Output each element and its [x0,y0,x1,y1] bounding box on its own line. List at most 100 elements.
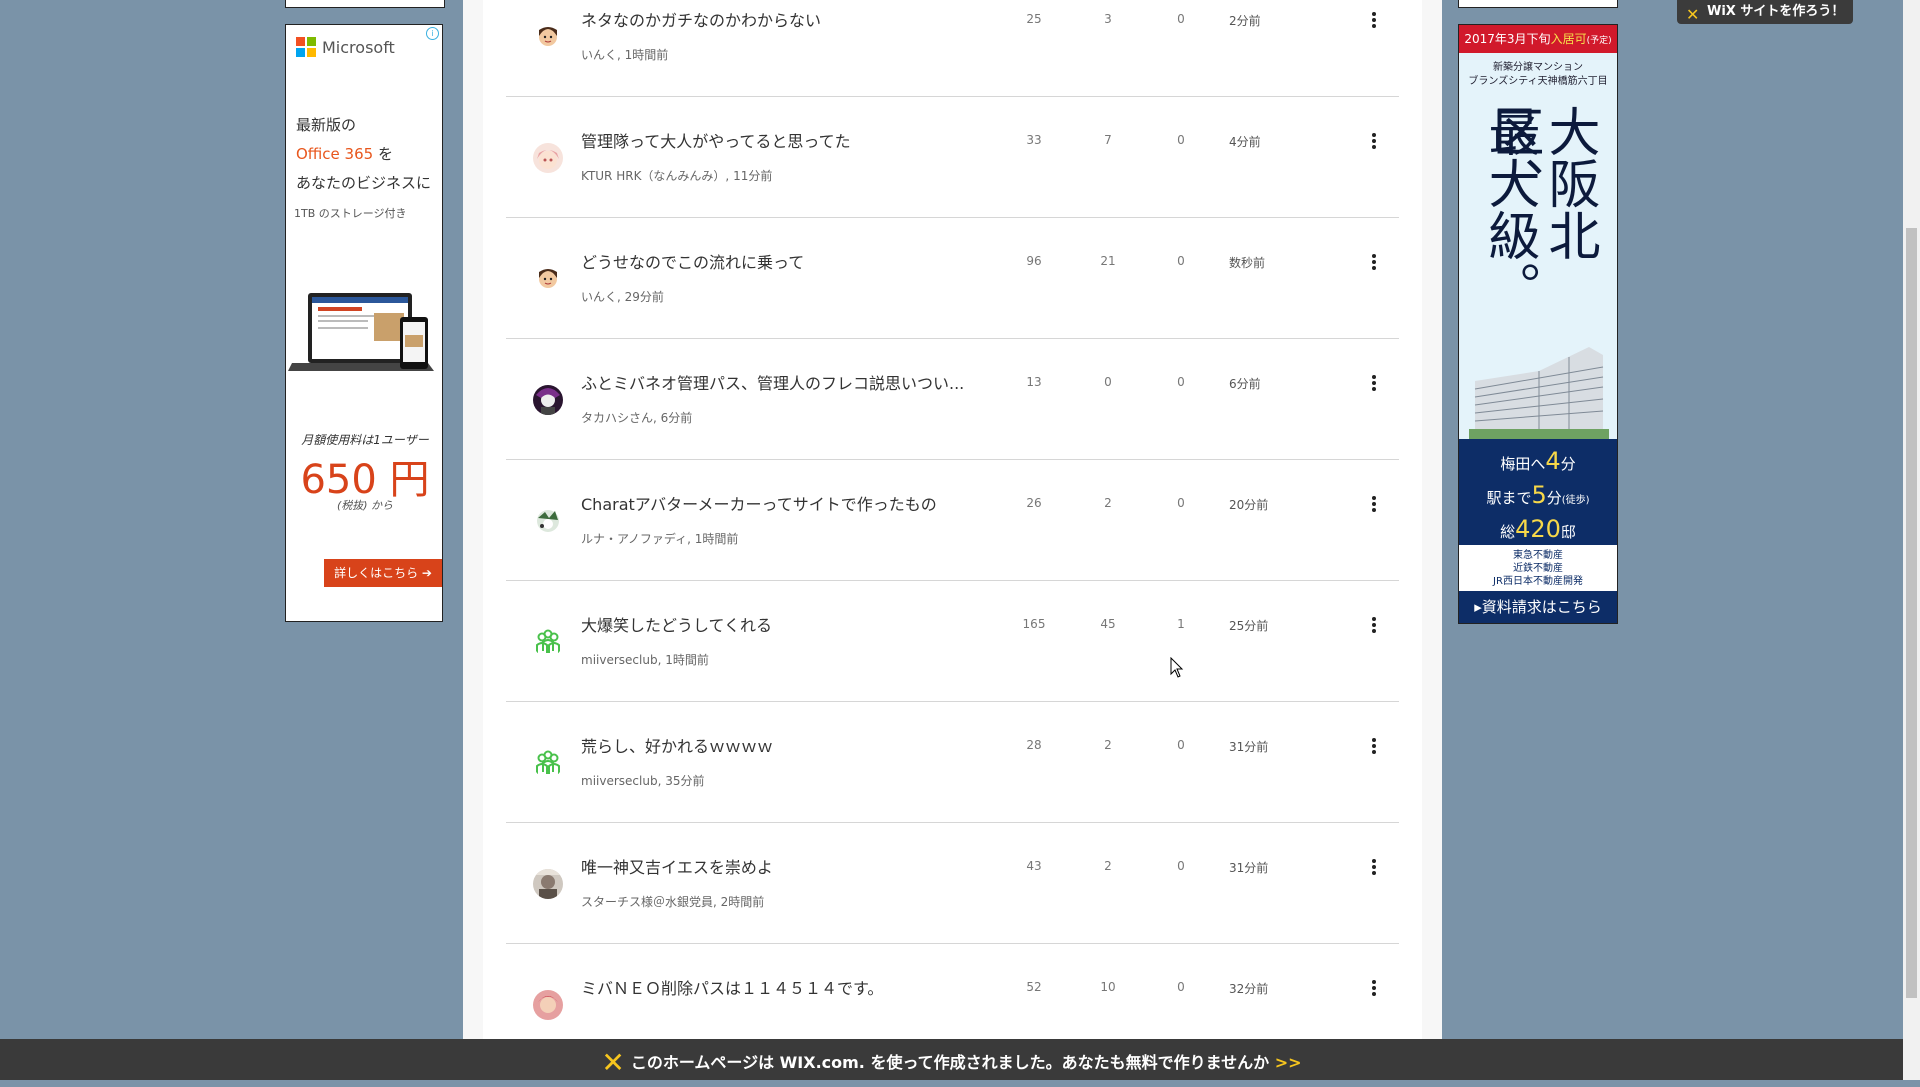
avatar[interactable] [533,22,563,52]
ad-big-col2: 最大級。 [1479,105,1539,313]
wix-bottom-banner[interactable]: ✕ このホームページは WIX.com. を使って作成されました。あなたも無料で作… [0,1039,1903,1080]
count-1: 96 [1026,254,1042,268]
ad-real-estate[interactable]: 2017年3月下旬入居可(予定) 新築分譲マンション ブランズシティ天神橋筋六丁… [1458,24,1618,624]
post-title[interactable]: ふとミバネオ管理パス、管理人のフレコ説思いつい... [581,370,964,394]
post-title[interactable]: 唯一神又吉イエスを崇めよ [581,854,773,878]
more-options-icon[interactable] [1366,371,1382,395]
post-row[interactable]: 荒らし、好かれるｗｗｗｗ miiverseclub, 35分前 28 2 0 3… [506,702,1399,823]
post-author: ルナ・アノファディ, 1時間前 [581,532,739,546]
avatar[interactable] [533,264,563,294]
count-3: 0 [1177,496,1185,510]
ad-move-in-banner: 2017年3月下旬入居可(予定) [1459,25,1617,53]
avatar[interactable] [533,627,563,657]
count-1: 52 [1026,980,1042,994]
more-options-icon[interactable] [1366,250,1382,274]
count-2: 2 [1104,859,1112,873]
avatar[interactable] [533,143,563,173]
post-author: miiverseclub, 35分前 [581,774,705,788]
post-title[interactable]: Charatアバターメーカーってサイトで作ったもの [581,491,937,515]
post-time: 数秒前 [1229,256,1266,270]
ad-move-label: 入居可 [1550,32,1587,46]
post-time: 2分前 [1229,14,1261,28]
ad-line3: あなたのビジネスに [296,174,432,192]
ad-right-top-edge [1458,0,1618,8]
post-list: ネタなのかガチなのかわからない いんく, 1時間前 25 3 0 2分前 管理隊… [506,0,1399,1065]
more-options-icon[interactable] [1366,855,1382,879]
count-2: 0 [1104,375,1112,389]
microsoft-logo: Microsoft [296,37,395,57]
post-row[interactable]: 大爆笑したどうしてくれる miiverseclub, 1時間前 165 45 1… [506,581,1399,702]
avatar[interactable] [533,506,563,536]
ad-headline: 最新版の Office 365 を あなたのビジネスに [296,111,431,198]
post-row[interactable]: ふとミバネオ管理パス、管理人のフレコ説思いつい... タカハシさん, 6分前 1… [506,339,1399,460]
post-author: miiverseclub, 1時間前 [581,653,709,667]
avatar[interactable] [533,385,563,415]
post-row[interactable]: 管理隊って大人がやってると思ってた KTUR HRK（なんみんみ）, 11分前 … [506,97,1399,218]
count-2: 3 [1104,12,1112,26]
ad-station-line: 駅まで5分(徒歩) [1459,481,1617,509]
laptop-phone-image [288,293,434,371]
post-row[interactable]: どうせなのでこの流れに乗って いんく, 29分前 96 21 0 数秒前 [506,218,1399,339]
post-time: 31分前 [1229,861,1269,875]
wix-badge-label: WiX サイトを作ろう！ [1707,4,1845,19]
ad-total-line: 総420邸 [1459,515,1617,543]
wix-banner-text: このホームページは WIX.com. を使って作成されました。あなたも無料で作り… [630,1053,1270,1072]
microsoft-brand: Microsoft [322,37,395,57]
count-1: 26 [1026,496,1042,510]
post-title[interactable]: 大爆笑したどうしてくれる [581,612,772,636]
count-3: 0 [1177,375,1185,389]
count-3: 0 [1177,254,1185,268]
panel-left-edge [463,0,483,1080]
ad-umeda-pre: 梅田へ [1500,455,1546,473]
ad-request-button[interactable]: ▸資料請求はこちら [1459,591,1617,623]
scrollbar-thumb[interactable] [1906,228,1917,998]
count-2: 21 [1100,254,1116,268]
count-2: 45 [1100,617,1116,631]
post-title[interactable]: どうせなのでこの流れに乗って [581,249,804,273]
post-title[interactable]: ミバＮＥＯ削除パスは１１４５１４です。 [581,975,883,999]
ad-info-icon[interactable]: i [426,27,439,40]
post-author: いんく, 29分前 [581,290,664,304]
count-1: 25 [1026,12,1042,26]
ad-big-col1: 大阪北区、 [1483,105,1599,261]
post-time: 4分前 [1229,135,1261,149]
ad-details-button[interactable]: 詳しくはこちら ➔ [324,559,442,587]
post-title[interactable]: 荒らし、好かれるｗｗｗｗ [581,733,773,757]
more-options-icon[interactable] [1366,8,1382,32]
avatar[interactable] [533,748,563,778]
more-options-icon[interactable] [1366,734,1382,758]
panel-right-edge [1422,0,1442,1080]
wix-x-icon: ✕ [601,1046,625,1079]
wix-create-site-badge[interactable]: ✕ WiX サイトを作ろう！ [1677,0,1853,24]
ad-move-year: 2017年3月下旬 [1464,32,1551,46]
post-row[interactable]: Charatアバターメーカーってサイトで作ったもの ルナ・アノファディ, 1時間… [506,460,1399,581]
ad-microsoft-office[interactable]: i Microsoft 最新版の Office 365 を あなたのビジネスに … [285,24,443,622]
ad-line2: を [373,145,393,163]
microsoft-squares-icon [296,37,316,57]
avatar[interactable] [533,869,563,899]
count-3: 0 [1177,738,1185,752]
avatar[interactable] [533,990,563,1020]
post-title[interactable]: 管理隊って大人がやってると思ってた [581,128,851,152]
more-options-icon[interactable] [1366,613,1382,637]
more-options-icon[interactable] [1366,492,1382,516]
ad-developer-logos: 東急不動産 近鉄不動産 JR西日本不動産開発 [1459,545,1617,593]
post-author: スターチス様＠水銀党員, 2時間前 [581,895,765,909]
count-1: 33 [1026,133,1042,147]
post-row[interactable]: ネタなのかガチなのかわからない いんく, 1時間前 25 3 0 2分前 [506,0,1399,97]
ad-product: Office 365 [296,145,374,163]
ad-total-num: 420 [1515,515,1561,543]
post-title[interactable]: ネタなのかガチなのかわからない [581,7,821,31]
ad-price-sub: (税抜) から [336,499,394,512]
count-1: 13 [1026,375,1042,389]
post-row[interactable]: 唯一神又吉イエスを崇めよ スターチス様＠水銀党員, 2時間前 43 2 0 31… [506,823,1399,944]
more-options-icon[interactable] [1366,976,1382,1000]
count-2: 2 [1104,496,1112,510]
post-author: いんく, 1時間前 [581,48,669,62]
scrollbar[interactable] [1903,0,1920,1080]
count-1: 28 [1026,738,1042,752]
post-time: 32分前 [1229,982,1269,996]
post-author: KTUR HRK（なんみんみ）, 11分前 [581,169,773,183]
count-1: 43 [1026,859,1042,873]
more-options-icon[interactable] [1366,129,1382,153]
